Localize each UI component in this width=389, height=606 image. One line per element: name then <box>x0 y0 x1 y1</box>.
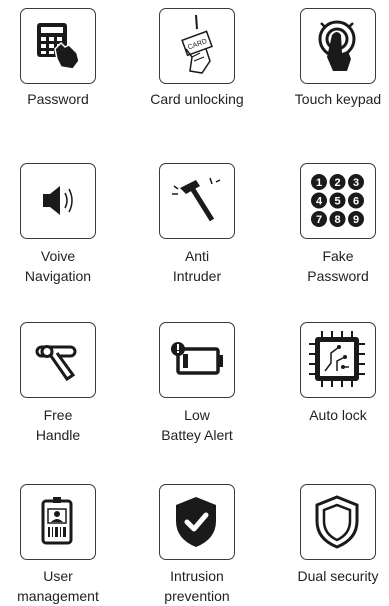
voice-tile[interactable] <box>20 163 96 239</box>
id-badge-icon <box>41 497 73 545</box>
card-tile[interactable]: CARD <box>159 8 235 84</box>
user-label: User management <box>17 568 99 604</box>
handle-tile[interactable] <box>20 322 96 398</box>
door-handle-icon <box>35 345 77 382</box>
chip-icon <box>309 331 365 387</box>
speaker-icon <box>43 186 73 215</box>
password-tile[interactable] <box>20 8 96 84</box>
touch-tile[interactable] <box>300 8 376 84</box>
keypad-digit: 9 <box>353 214 359 226</box>
keypad-digit: 3 <box>353 177 359 189</box>
keypad-digit: 4 <box>316 196 323 208</box>
dual-label: Dual security <box>297 568 379 584</box>
double-shield-icon <box>315 495 359 549</box>
battery-label: Low Battey Alert <box>161 407 233 443</box>
keypad-digit: 2 <box>334 177 340 189</box>
voice-label: Voive Navigation <box>24 248 92 284</box>
autolock-label: Auto lock <box>309 407 367 423</box>
keypad-digit: 5 <box>334 196 340 208</box>
intrusion-label: Intrusion prevention <box>164 568 230 604</box>
keypad-digit: 6 <box>353 196 359 208</box>
autolock-tile[interactable] <box>300 322 376 398</box>
card-hand-icon: CARD <box>181 14 213 74</box>
intrusion-tile[interactable] <box>159 484 235 560</box>
touch-label: Touch keypad <box>294 91 382 107</box>
card-label: Card unlocking <box>150 91 244 107</box>
keypad-digit: 1 <box>316 177 322 189</box>
keypad-hand-icon <box>37 23 80 70</box>
keypad-digit: 8 <box>334 214 340 226</box>
number-keypad-icon: 1 2 3 4 5 6 7 8 9 <box>311 174 364 227</box>
keypad-digit: 7 <box>316 214 322 226</box>
shield-check-icon <box>176 497 216 547</box>
fake-label: Fake Password <box>307 248 369 284</box>
dual-tile[interactable] <box>300 484 376 560</box>
battery-tile[interactable] <box>159 322 235 398</box>
anti-tile[interactable] <box>159 163 235 239</box>
handle-label: Free Handle <box>35 407 81 443</box>
fake-tile[interactable]: 12 3 45 6 78 9 <box>300 163 376 239</box>
hammer-icon <box>172 177 221 222</box>
user-tile[interactable] <box>20 484 96 560</box>
touch-keypad-icon <box>318 20 356 71</box>
password-label: Password <box>27 91 89 107</box>
low-battery-icon <box>171 342 223 375</box>
anti-label: Anti Intruder <box>172 248 222 284</box>
